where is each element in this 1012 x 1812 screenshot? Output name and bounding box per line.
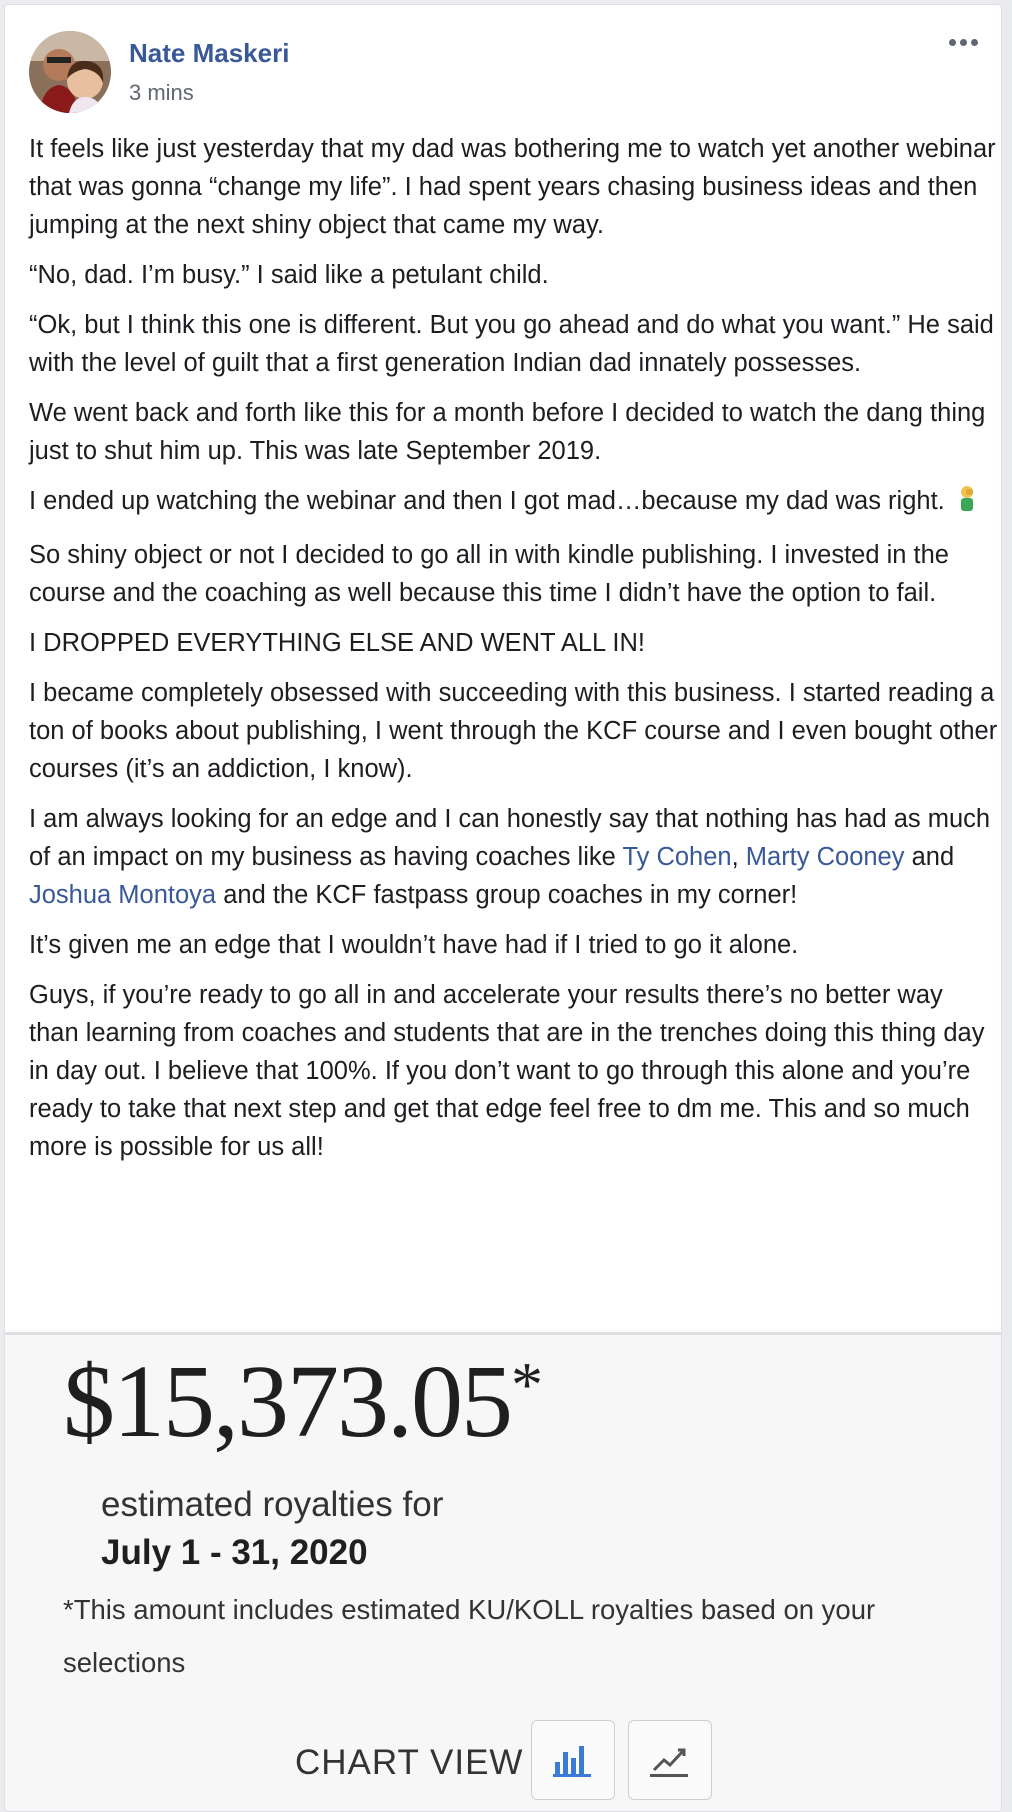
royalty-label: estimated royalties for [101,1485,444,1524]
royalty-note: *This amount includes estimated KU/KOLL … [63,1594,876,1678]
author-name[interactable]: Nate Maskeri [129,38,289,69]
more-options-icon[interactable] [939,27,987,57]
post-paragraph: It’s given me an edge that I wouldn’t ha… [29,931,799,959]
line-chart-button[interactable] [628,1720,712,1800]
post-paragraph: I ended up watching the webinar and then… [29,482,999,524]
post-paragraph: Guys, if you’re ready to go all in and a… [29,981,985,1161]
royalty-amount-asterisk: * [511,1349,543,1420]
post-paragraph: I am always looking for an edge and I ca… [29,800,999,914]
more-dot [970,38,978,46]
post-text-segment: and [904,843,955,871]
post-card: Nate Maskeri 3 mins It feels like just y… [4,4,1002,1812]
more-dot [959,38,967,46]
post-paragraph: I became completely obsessed with succee… [29,679,998,783]
more-dot [948,38,956,46]
post-paragraph: “No, dad. I’m busy.” I said like a petul… [29,261,549,289]
bar-chart-button[interactable] [531,1720,615,1800]
bar-chart-icon [553,1746,591,1777]
post-timestamp[interactable]: 3 mins [129,80,194,106]
royalties-screenshot[interactable]: $15,373.05* estimated royalties for July… [5,1335,1001,1811]
mention-link[interactable]: Ty Cohen [622,843,731,871]
post-body: It feels like just yesterday that my dad… [29,130,999,1178]
post-paragraph: “Ok, but I think this one is different. … [29,311,994,377]
avatar[interactable] [29,31,111,113]
royalty-amount-value: $15,373.05 [63,1344,513,1459]
man-facepalming-icon [952,483,982,524]
post-paragraph: We went back and forth like this for a m… [29,399,986,465]
post-paragraph: It feels like just yesterday that my dad… [29,135,996,239]
line-chart-icon [650,1748,688,1777]
mention-link[interactable]: Joshua Montoya [29,881,216,909]
chart-view-label: CHART VIEW [295,1743,524,1782]
post-text-segment: , [731,843,746,871]
royalty-amount: $15,373.05* [63,1344,543,1459]
royalty-date-range: July 1 - 31, 2020 [101,1533,368,1572]
post-paragraph: I DROPPED EVERYTHING ELSE AND WENT ALL I… [29,629,645,657]
post-paragraph: So shiny object or not I decided to go a… [29,541,949,607]
post-text-segment: and the KCF fastpass group coaches in my… [216,881,798,909]
post-paragraph-text: I ended up watching the webinar and then… [29,487,945,515]
mention-link[interactable]: Marty Cooney [746,843,905,871]
